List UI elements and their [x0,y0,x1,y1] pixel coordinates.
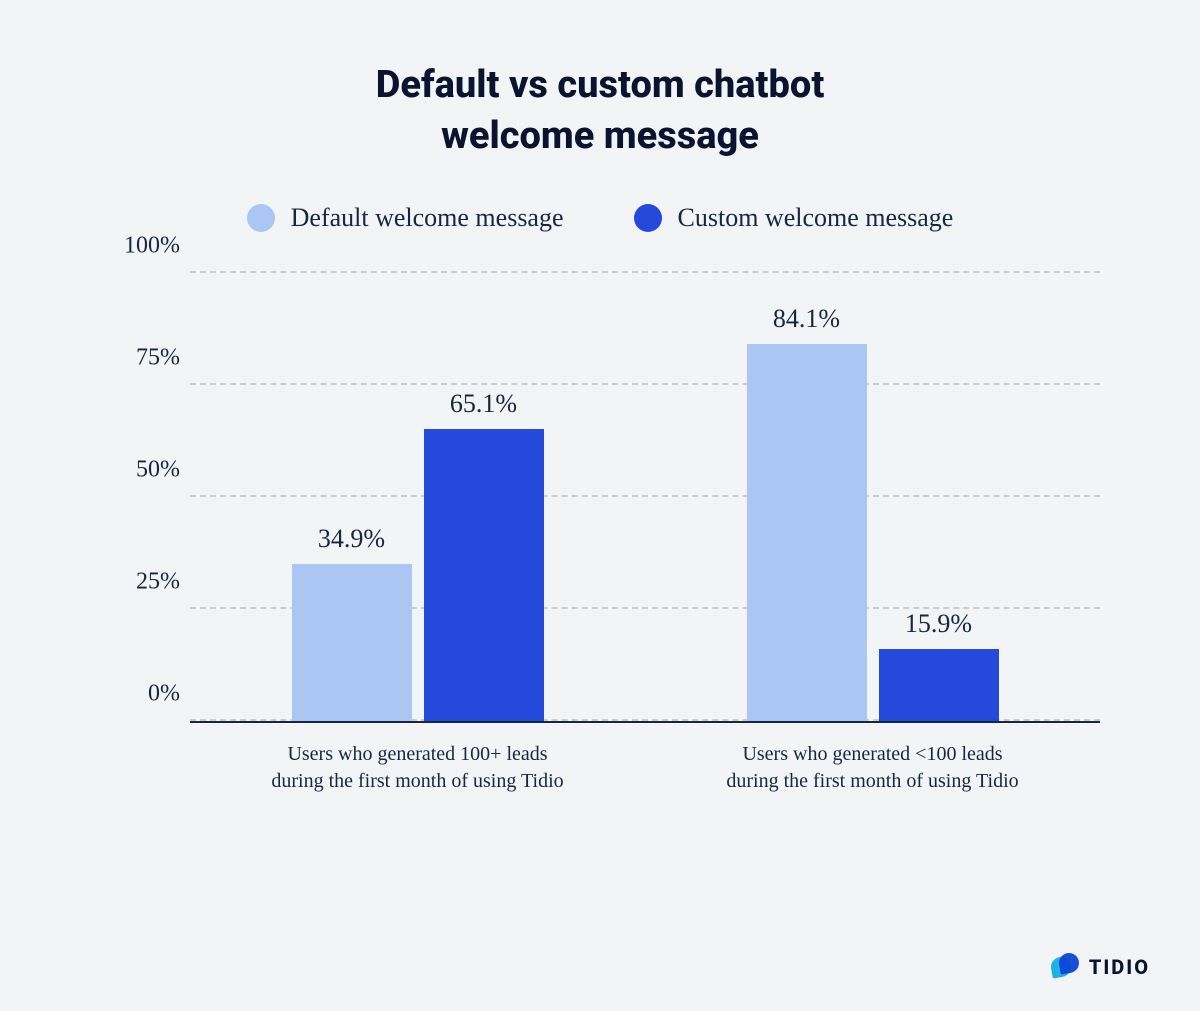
xlabel-1-line2: during the first month of using Tidio [726,770,1018,792]
ytick-75: 75% [100,344,180,371]
legend-swatch-custom [634,204,662,232]
legend-item-default: Default welcome message [247,203,564,233]
chart-card: Default vs custom chatbot welcome messag… [0,0,1200,1011]
bar-1-custom: 15.9% [879,649,999,720]
xlabel-0: Users who generated 100+ leads during th… [190,733,645,813]
brand-name: TIDIO [1089,955,1150,979]
bar-label-0-default: 34.9% [318,524,385,554]
ytick-0: 0% [100,680,180,707]
legend-swatch-default [247,204,275,232]
xlabel-1: Users who generated <100 leads during th… [645,733,1100,813]
plot-area: 0% 25% 50% 75% 100% 34.9% 65.1% 84.1% [190,273,1100,723]
ytick-100: 100% [100,232,180,259]
bar-group-1: 84.1% 15.9% [645,273,1100,721]
brand: TIDIO [1051,953,1150,981]
x-axis-labels: Users who generated 100+ leads during th… [190,733,1100,813]
ytick-50: 50% [100,456,180,483]
legend-label-default: Default welcome message [291,203,564,233]
tidio-logo-icon [1051,953,1079,981]
bar-label-1-default: 84.1% [773,304,840,334]
legend-label-custom: Custom welcome message [678,203,954,233]
bar-group-0: 34.9% 65.1% [190,273,645,721]
bar-label-0-custom: 65.1% [450,389,517,419]
xlabel-0-line2: during the first month of using Tidio [271,770,563,792]
chart-title-line1: Default vs custom chatbot [376,63,825,107]
legend-item-custom: Custom welcome message [634,203,954,233]
legend: Default welcome message Custom welcome m… [70,203,1130,233]
bar-0-custom: 65.1% [424,429,544,721]
ytick-25: 25% [100,568,180,595]
chart-title-line2: welcome message [441,114,759,158]
bar-0-default: 34.9% [292,564,412,720]
chart-title: Default vs custom chatbot welcome messag… [70,60,1130,163]
chart-area: 0% 25% 50% 75% 100% 34.9% 65.1% 84.1% [70,273,1130,813]
xlabel-1-line1: Users who generated <100 leads [742,743,1002,765]
xlabel-0-line1: Users who generated 100+ leads [287,743,547,765]
bar-label-1-custom: 15.9% [905,609,972,639]
bar-groups: 34.9% 65.1% 84.1% 15.9% [190,273,1100,721]
bar-1-default: 84.1% [747,344,867,721]
